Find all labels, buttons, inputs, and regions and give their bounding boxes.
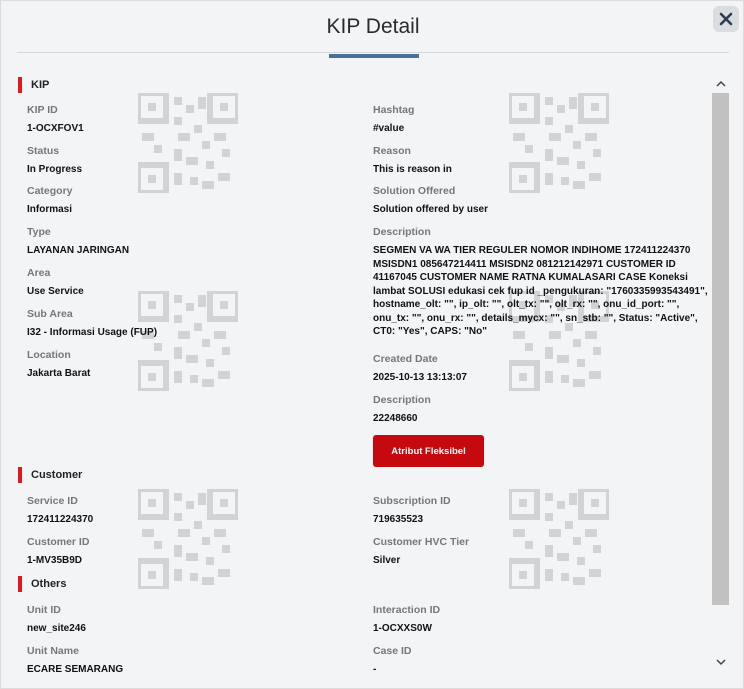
qr-watermark-icon bbox=[509, 93, 609, 193]
value: #value bbox=[373, 123, 405, 134]
qr-watermark-icon bbox=[138, 489, 238, 589]
label: Subscription ID bbox=[373, 495, 451, 507]
value: - bbox=[373, 664, 377, 675]
qr-watermark-icon bbox=[138, 291, 238, 391]
field-subscription-id: Subscription ID 719635523 bbox=[373, 495, 451, 527]
field-reason: Reason This is reason in bbox=[373, 145, 452, 177]
close-button[interactable] bbox=[713, 6, 739, 32]
label: Hashtag bbox=[373, 104, 415, 116]
value: I32 - Informasi Usage (FUP) bbox=[27, 327, 158, 338]
value: 1-OCXFOV1 bbox=[27, 123, 84, 134]
value: 719635523 bbox=[373, 514, 424, 525]
label: Description bbox=[373, 394, 431, 406]
field-customer-hvc-tier: Customer HVC Tier Silver bbox=[373, 536, 469, 568]
field-sub-area: Sub Area I32 - Informasi Usage (FUP) bbox=[27, 308, 157, 340]
section-title: Customer bbox=[31, 469, 83, 481]
field-customer-id: Customer ID 1-MV35B9D bbox=[27, 536, 89, 568]
scroll-up-icon[interactable] bbox=[712, 77, 729, 91]
label: Customer ID bbox=[27, 536, 90, 548]
field-description-2: Description 22248660 bbox=[373, 394, 431, 426]
section-marker bbox=[18, 576, 22, 592]
section-marker bbox=[18, 77, 22, 93]
field-created-date: Created Date 2025-10-13 13:13:07 bbox=[373, 353, 467, 385]
section-title: KIP bbox=[31, 79, 50, 91]
value: new_site246 bbox=[27, 623, 86, 634]
field-category: Category Informasi bbox=[27, 185, 73, 217]
qr-watermark-icon bbox=[509, 489, 609, 589]
value: 2025-10-13 13:13:07 bbox=[373, 372, 467, 383]
qr-watermark-icon bbox=[138, 93, 238, 193]
section-title: Others bbox=[31, 578, 67, 590]
label: Area bbox=[27, 267, 51, 279]
close-icon bbox=[719, 12, 733, 26]
value: Solution offered by user bbox=[373, 204, 489, 215]
atribut-fleksibel-button[interactable]: Atribut Fleksibel bbox=[373, 435, 484, 467]
value: Informasi bbox=[27, 204, 73, 215]
label: Category bbox=[27, 185, 73, 197]
label: Reason bbox=[373, 145, 411, 157]
value: In Progress bbox=[27, 164, 83, 175]
value: LAYANAN JARINGAN bbox=[27, 245, 130, 256]
field-type: Type LAYANAN JARINGAN bbox=[27, 226, 129, 258]
value: Jakarta Barat bbox=[27, 368, 91, 379]
modal-title: KIP Detail bbox=[326, 15, 420, 38]
field-interaction-id: Interaction ID 1-OCXXS0W bbox=[373, 604, 440, 636]
scrollbar-thumb[interactable] bbox=[712, 93, 729, 605]
section-marker bbox=[18, 467, 22, 483]
field-case-id: Case ID - bbox=[373, 645, 412, 675]
label: Sub Area bbox=[27, 308, 73, 320]
kip-detail-modal: KIP Detail KIP KIP ID 1-OCXFOV1 Status I… bbox=[0, 0, 744, 689]
field-description: Description SEGMEN VA WA TIER REGULER NO… bbox=[373, 226, 713, 339]
section-others: Others bbox=[18, 576, 66, 592]
label: Unit ID bbox=[27, 604, 61, 616]
field-kip-id: KIP ID 1-OCXFOV1 bbox=[27, 104, 84, 136]
value: 172411224370 bbox=[27, 514, 94, 525]
label: Location bbox=[27, 349, 71, 361]
field-hashtag: Hashtag #value bbox=[373, 104, 414, 136]
header-divider bbox=[17, 52, 729, 53]
value: SEGMEN VA WA TIER REGULER NOMOR INDIHOME… bbox=[373, 245, 708, 337]
value: 22248660 bbox=[373, 413, 418, 424]
scroll-down-icon[interactable] bbox=[712, 655, 729, 669]
field-service-id: Service ID 172411224370 bbox=[27, 495, 93, 527]
modal-header: KIP Detail bbox=[1, 1, 744, 58]
field-solution-offered: Solution Offered Solution offered by use… bbox=[373, 185, 488, 217]
label: Solution Offered bbox=[373, 185, 456, 197]
field-unit-name: Unit Name ECARE SEMARANG bbox=[27, 645, 123, 675]
value: ECARE SEMARANG bbox=[27, 664, 124, 675]
value: Silver bbox=[373, 555, 401, 566]
label: Created Date bbox=[373, 353, 438, 365]
value: 1-OCXXS0W bbox=[373, 623, 432, 634]
label: Type bbox=[27, 226, 51, 238]
value: 1-MV35B9D bbox=[27, 555, 83, 566]
label: Customer HVC Tier bbox=[373, 536, 470, 548]
label: Status bbox=[27, 145, 60, 157]
label: Description bbox=[373, 226, 431, 238]
field-unit-id: Unit ID new_site246 bbox=[27, 604, 86, 636]
vertical-scrollbar[interactable] bbox=[712, 75, 729, 671]
section-kip: KIP bbox=[18, 77, 49, 93]
label: Unit Name bbox=[27, 645, 79, 657]
value: This is reason in bbox=[373, 164, 452, 175]
value: Use Service bbox=[27, 286, 84, 297]
section-customer: Customer bbox=[18, 467, 82, 483]
label: Interaction ID bbox=[373, 604, 441, 616]
label: Case ID bbox=[373, 645, 412, 657]
modal-body[interactable]: KIP KIP ID 1-OCXFOV1 Status In Progress … bbox=[1, 67, 744, 675]
field-location: Location Jakarta Barat bbox=[27, 349, 90, 381]
field-status: Status In Progress bbox=[27, 145, 82, 177]
field-area: Area Use Service bbox=[27, 267, 84, 299]
label: Service ID bbox=[27, 495, 78, 507]
title-underline bbox=[329, 54, 419, 58]
label: KIP ID bbox=[27, 104, 58, 116]
